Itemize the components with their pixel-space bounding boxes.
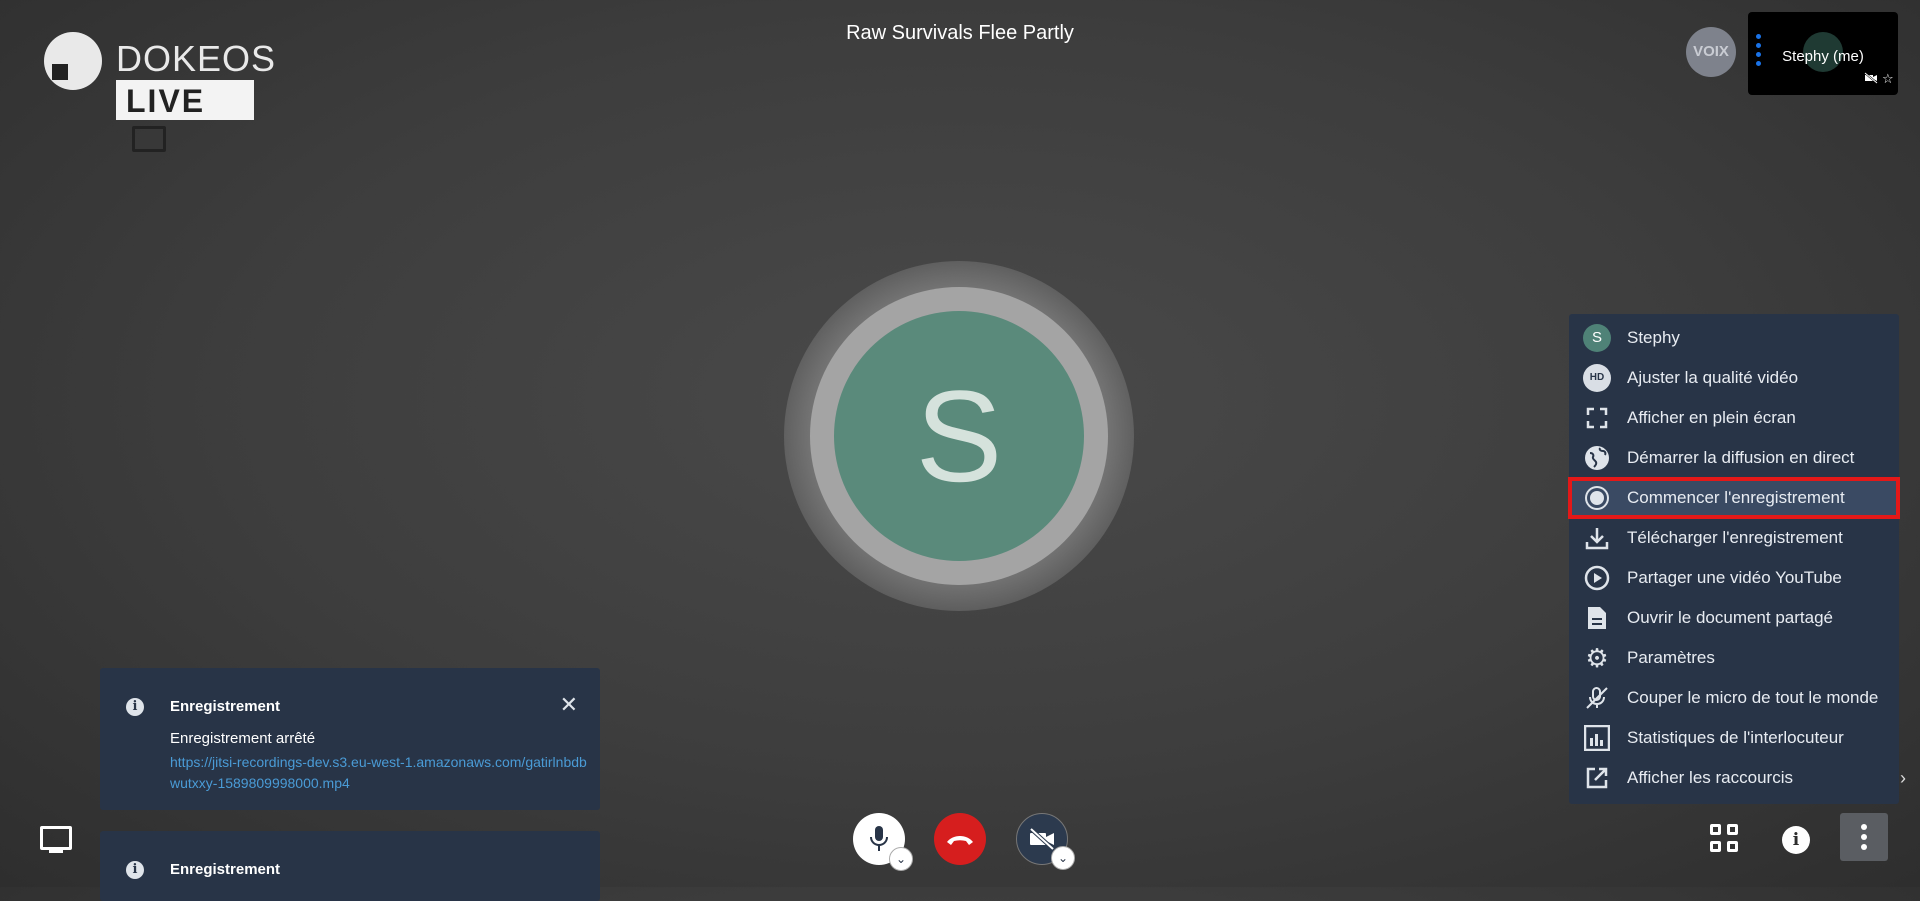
menu-item-fullscreen[interactable]: Afficher en plein écran xyxy=(1569,398,1899,438)
menu-item-label: Afficher en plein écran xyxy=(1627,408,1796,427)
menu-item-download-recording[interactable]: Télécharger l'enregistrement xyxy=(1569,518,1899,558)
hangup-icon xyxy=(934,813,986,865)
globe-icon xyxy=(1583,444,1611,472)
self-name-label: Stephy (me) xyxy=(1782,48,1864,65)
info-icon: i xyxy=(126,698,144,716)
contact-card-icon xyxy=(132,125,166,152)
dokeos-live-logo: DOKEOS LIVE xyxy=(44,32,275,152)
info-icon: i xyxy=(126,861,144,879)
menu-item-label: Statistiques de l'interlocuteur xyxy=(1627,728,1844,747)
notification-title: Enregistrement xyxy=(170,861,281,878)
logo-live-text: LIVE xyxy=(126,83,206,119)
voix-participant-badge[interactable]: VOIX xyxy=(1686,27,1736,77)
menu-item-label: Commencer l'enregistrement xyxy=(1627,488,1845,507)
close-icon[interactable]: ✕ xyxy=(560,692,578,718)
menu-item-label: Ajuster la qualité vidéo xyxy=(1627,368,1799,387)
menu-item-label: Ouvrir le document partagé xyxy=(1627,608,1833,627)
user-avatar-icon: S xyxy=(1583,324,1611,352)
self-video-thumbnail[interactable]: Stephy (me) ☆ xyxy=(1748,12,1898,95)
document-icon xyxy=(1583,604,1611,632)
recording-notification-2: i Enregistrement xyxy=(100,831,600,901)
mute-all-icon xyxy=(1583,684,1611,712)
menu-item-share-youtube[interactable]: Partager une vidéo YouTube xyxy=(1569,558,1899,598)
download-icon xyxy=(1583,524,1611,552)
recording-notification: i Enregistrement ✕ Enregistrement arrêté… xyxy=(100,668,600,810)
fullscreen-icon xyxy=(1583,404,1611,432)
external-link-icon xyxy=(1583,764,1611,792)
screen-share-icon[interactable] xyxy=(40,826,72,853)
chevron-down-icon[interactable]: ⌄ xyxy=(889,847,913,871)
tile-view-icon[interactable] xyxy=(1710,824,1740,854)
menu-item-live-stream[interactable]: Démarrer la diffusion en direct xyxy=(1569,438,1899,478)
menu-item-mute-everyone[interactable]: Couper le micro de tout le monde xyxy=(1569,678,1899,718)
dominant-speaker-halo: S xyxy=(784,261,1134,611)
chevron-down-icon[interactable]: ⌄ xyxy=(1051,846,1075,870)
menu-item-label: Afficher les raccourcis xyxy=(1627,768,1793,787)
star-icon[interactable]: ☆ xyxy=(1882,71,1894,87)
menu-item-shortcuts[interactable]: Afficher les raccourcis xyxy=(1569,758,1899,798)
menu-item-start-recording[interactable]: Commencer l'enregistrement xyxy=(1568,477,1900,519)
more-actions-menu: S Stephy HD Ajuster la qualité vidéo Aff… xyxy=(1568,314,1900,804)
menu-item-label: Télécharger l'enregistrement xyxy=(1627,528,1843,547)
record-icon xyxy=(1590,491,1604,505)
menu-item-label: Couper le micro de tout le monde xyxy=(1627,688,1879,707)
menu-item-speaker-stats[interactable]: Statistiques de l'interlocuteur xyxy=(1569,718,1899,758)
hd-icon: HD xyxy=(1583,364,1611,392)
menu-item-shared-document[interactable]: Ouvrir le document partagé xyxy=(1569,598,1899,638)
menu-item-settings[interactable]: ⚙ Paramètres xyxy=(1569,638,1899,678)
hangup-button[interactable] xyxy=(934,813,986,865)
meeting-title: Raw Survivals Flee Partly xyxy=(846,22,1074,44)
recording-link[interactable]: https://jitsi-recordings-dev.s3.eu-west-… xyxy=(170,752,590,794)
notification-title: Enregistrement xyxy=(170,698,281,715)
main-participant-avatar: S xyxy=(834,311,1084,561)
more-actions-button[interactable] xyxy=(1840,813,1888,861)
camera-button[interactable]: ⌄ xyxy=(1016,813,1075,870)
logo-live-badge: LIVE xyxy=(116,80,254,152)
microphone-button[interactable]: ⌄ xyxy=(853,813,913,871)
stats-icon xyxy=(1583,724,1611,752)
menu-item-label: Partager une vidéo YouTube xyxy=(1627,568,1842,587)
menu-item-video-quality[interactable]: HD Ajuster la qualité vidéo xyxy=(1569,358,1899,398)
play-circle-icon xyxy=(1583,564,1611,592)
menu-item-label: Paramètres xyxy=(1627,648,1715,667)
avatar-ring: S xyxy=(810,287,1108,585)
muted-camera-icon xyxy=(1864,72,1878,87)
chevron-right-icon[interactable]: › xyxy=(1900,768,1906,789)
menu-item-label: Démarrer la diffusion en direct xyxy=(1627,448,1855,467)
info-button-icon[interactable]: i xyxy=(1782,826,1810,854)
menu-item-label: Stephy xyxy=(1627,328,1680,347)
notification-body: Enregistrement arrêté xyxy=(170,730,316,747)
menu-item-profile[interactable]: S Stephy xyxy=(1569,318,1899,358)
gear-icon: ⚙ xyxy=(1585,642,1609,673)
